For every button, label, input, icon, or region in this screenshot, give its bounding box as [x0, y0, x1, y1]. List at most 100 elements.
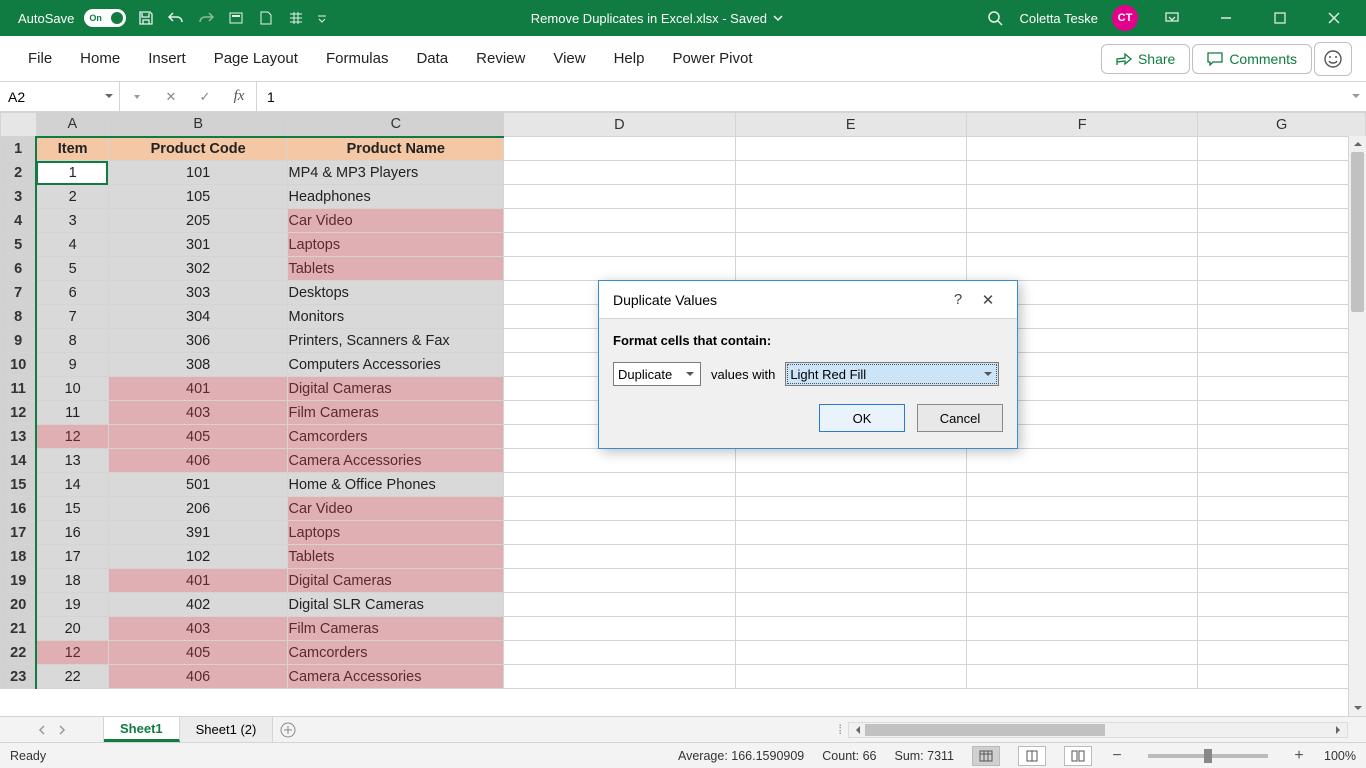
cell[interactable]	[735, 665, 966, 689]
cell[interactable]: Home & Office Phones	[288, 473, 504, 497]
cell[interactable]: 14	[36, 473, 108, 497]
cell[interactable]	[735, 161, 966, 185]
cell[interactable]	[1198, 473, 1366, 497]
cell[interactable]	[966, 641, 1197, 665]
cell[interactable]: Camera Accessories	[288, 665, 504, 689]
undo-icon[interactable]	[166, 8, 186, 28]
cell[interactable]: 9	[36, 353, 108, 377]
cell[interactable]	[504, 185, 735, 209]
cell[interactable]: 405	[108, 641, 288, 665]
cell[interactable]	[504, 233, 735, 257]
cell[interactable]	[966, 161, 1197, 185]
add-sheet-button[interactable]	[273, 717, 303, 742]
cell[interactable]: 6	[36, 281, 108, 305]
ok-button[interactable]: OK	[819, 404, 905, 432]
cell[interactable]: 406	[108, 449, 288, 473]
zoom-in-button[interactable]: +	[1292, 747, 1306, 765]
cell[interactable]	[1198, 329, 1366, 353]
cell[interactable]: Film Cameras	[288, 401, 504, 425]
cell[interactable]: Printers, Scanners & Fax	[288, 329, 504, 353]
cell[interactable]	[966, 137, 1197, 161]
scroll-left-icon[interactable]	[849, 723, 863, 737]
cell[interactable]	[1198, 185, 1366, 209]
cell[interactable]: Laptops	[288, 233, 504, 257]
header-cell[interactable]: Product Name	[288, 137, 504, 161]
row-header[interactable]: 8	[1, 305, 37, 329]
cell[interactable]	[1198, 305, 1366, 329]
cell[interactable]: 15	[36, 497, 108, 521]
cell[interactable]	[504, 473, 735, 497]
cell[interactable]: 101	[108, 161, 288, 185]
cell[interactable]: 22	[36, 665, 108, 689]
row-header[interactable]: 3	[1, 185, 37, 209]
share-button[interactable]: Share	[1101, 44, 1190, 74]
cell[interactable]: 401	[108, 569, 288, 593]
cell[interactable]	[504, 449, 735, 473]
cell[interactable]	[966, 617, 1197, 641]
cancel-button[interactable]: Cancel	[917, 404, 1003, 432]
cell[interactable]	[1198, 137, 1366, 161]
row-header[interactable]: 22	[1, 641, 37, 665]
cell[interactable]: 403	[108, 401, 288, 425]
cell[interactable]	[504, 569, 735, 593]
qat-icon-1[interactable]	[226, 8, 246, 28]
cell[interactable]	[966, 185, 1197, 209]
row-header[interactable]: 21	[1, 617, 37, 641]
cell[interactable]	[966, 257, 1197, 281]
sheet-prev-icon[interactable]	[38, 725, 46, 735]
cell[interactable]: 12	[36, 641, 108, 665]
cell[interactable]: 5	[36, 257, 108, 281]
cell[interactable]: 4	[36, 233, 108, 257]
row-header[interactable]: 10	[1, 353, 37, 377]
cell[interactable]	[504, 545, 735, 569]
cell[interactable]	[504, 641, 735, 665]
cell[interactable]: Film Cameras	[288, 617, 504, 641]
fx-icon[interactable]: fx	[222, 88, 256, 105]
row-header[interactable]: 15	[1, 473, 37, 497]
view-page-layout-icon[interactable]	[1018, 746, 1046, 766]
row-header[interactable]: 23	[1, 665, 37, 689]
cell[interactable]: 308	[108, 353, 288, 377]
row-header[interactable]: 20	[1, 593, 37, 617]
column-header[interactable]: E	[735, 113, 966, 137]
cell[interactable]	[504, 521, 735, 545]
cell[interactable]	[1198, 233, 1366, 257]
cell[interactable]: Digital SLR Cameras	[288, 593, 504, 617]
column-header[interactable]: C	[288, 113, 504, 137]
cell[interactable]: Monitors	[288, 305, 504, 329]
zoom-out-button[interactable]: −	[1110, 747, 1124, 765]
cell[interactable]	[735, 233, 966, 257]
row-header[interactable]: 4	[1, 209, 37, 233]
tab-file[interactable]: File	[14, 40, 66, 77]
cell[interactable]	[504, 161, 735, 185]
ribbon-display-icon[interactable]	[1152, 3, 1192, 33]
cell[interactable]	[1198, 281, 1366, 305]
cell[interactable]: 17	[36, 545, 108, 569]
sheet-tab[interactable]: Sheet1 (2)	[180, 717, 274, 742]
enter-icon[interactable]: ✓	[188, 89, 222, 105]
tab-formulas[interactable]: Formulas	[312, 40, 403, 77]
select-all[interactable]	[1, 113, 37, 137]
cell[interactable]: Camcorders	[288, 425, 504, 449]
format-select[interactable]: Light Red Fill	[785, 362, 999, 386]
row-header[interactable]: 11	[1, 377, 37, 401]
comments-button[interactable]: Comments	[1192, 44, 1312, 74]
cell[interactable]	[504, 593, 735, 617]
cell[interactable]: Laptops	[288, 521, 504, 545]
cell[interactable]: Car Video	[288, 209, 504, 233]
cell[interactable]	[1198, 497, 1366, 521]
cell[interactable]: Digital Cameras	[288, 569, 504, 593]
cell[interactable]: Computers Accessories	[288, 353, 504, 377]
cell[interactable]	[1198, 521, 1366, 545]
cell[interactable]	[966, 233, 1197, 257]
cell[interactable]: 206	[108, 497, 288, 521]
hscroll-thumb[interactable]	[865, 724, 1105, 736]
cell[interactable]	[504, 209, 735, 233]
tab-view[interactable]: View	[539, 40, 599, 77]
cell[interactable]: 7	[36, 305, 108, 329]
cell[interactable]: Camcorders	[288, 641, 504, 665]
row-header[interactable]: 2	[1, 161, 37, 185]
scroll-thumb[interactable]	[1351, 152, 1364, 312]
cell[interactable]: 102	[108, 545, 288, 569]
tab-page-layout[interactable]: Page Layout	[200, 40, 312, 77]
